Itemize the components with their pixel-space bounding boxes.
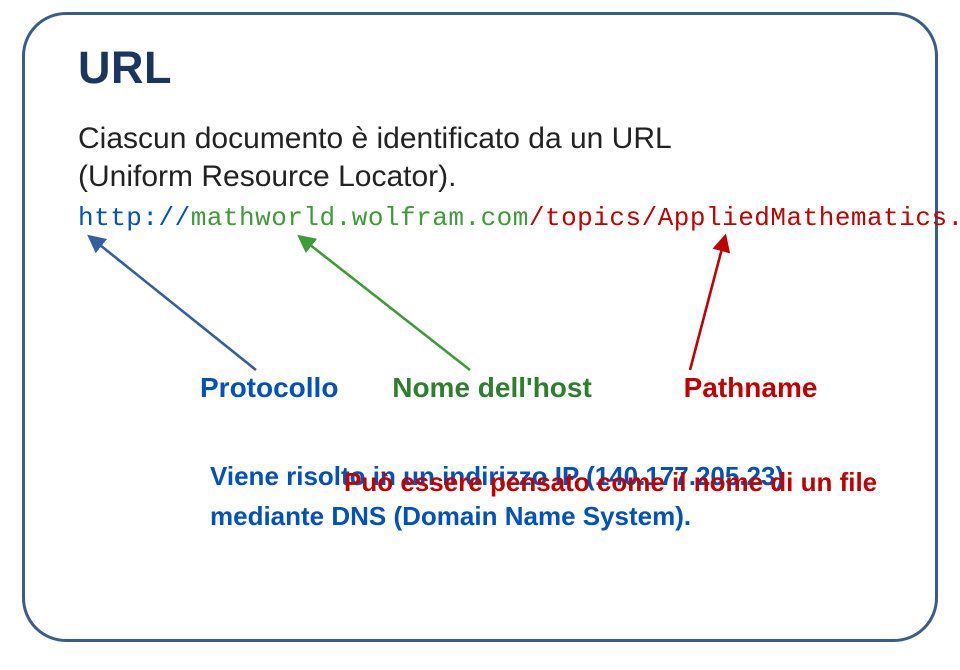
intro-text: Ciascun documento è identificato da un U… bbox=[78, 120, 672, 197]
url-part-labels: Protocollo Nome dell'host Pathname bbox=[200, 372, 817, 404]
url-protocol: http:// bbox=[78, 203, 191, 233]
url-path: /topics/AppliedMathematics.html bbox=[529, 203, 960, 233]
label-protocol: Protocollo bbox=[200, 372, 338, 403]
intro-line-1: Ciascun documento è identificato da un U… bbox=[78, 122, 672, 155]
label-host: Nome dell'host bbox=[392, 372, 592, 403]
url-host: mathworld.wolfram.com bbox=[191, 203, 529, 233]
explanation-text: Viene risolto in un indirizzo IP (140.17… bbox=[210, 460, 784, 561]
url-example: http://mathworld.wolfram.com/topics/Appl… bbox=[78, 203, 960, 233]
explanation-dns: mediante DNS (Domain Name System). bbox=[210, 500, 784, 534]
intro-line-2: (Uniform Resource Locator). bbox=[78, 160, 456, 193]
slide: URL Ciascun documento è identificato da … bbox=[0, 0, 960, 670]
slide-title: URL bbox=[78, 42, 172, 94]
explanation-pathname-hint: Può essere pensato come il nome di un fi… bbox=[344, 466, 918, 500]
label-pathname: Pathname bbox=[684, 372, 818, 403]
